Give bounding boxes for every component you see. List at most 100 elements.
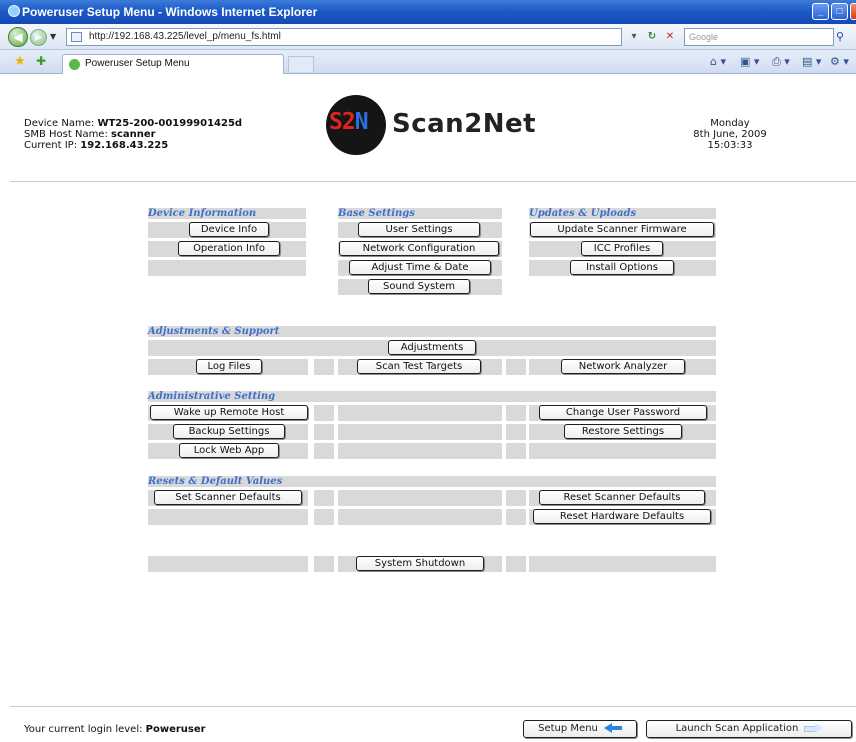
change-user-password-button[interactable]: Change User Password <box>539 405 707 420</box>
window-title: Poweruser Setup Menu - Windows Internet … <box>22 5 318 19</box>
forward-button[interactable]: ▶ <box>30 29 47 46</box>
minimize-button[interactable]: _ <box>812 3 829 20</box>
reset-hardware-defaults-button[interactable]: Reset Hardware Defaults <box>533 509 711 524</box>
grid-cell <box>529 556 716 572</box>
sound-system-button[interactable]: Sound System <box>368 279 470 294</box>
launch-scan-application-button[interactable]: Launch Scan Application <box>646 720 852 738</box>
reset-scanner-defaults-button[interactable]: Reset Scanner Defaults <box>539 490 705 505</box>
feeds-icon[interactable]: ▣ ▾ <box>740 55 759 68</box>
system-shutdown-button[interactable]: System Shutdown <box>356 556 484 571</box>
grid-cell <box>506 556 526 572</box>
grid-cell <box>338 424 502 440</box>
time: 15:03:33 <box>707 140 753 151</box>
grid-cell <box>314 556 334 572</box>
tab-poweruser-setup[interactable]: Poweruser Setup Menu <box>62 54 284 74</box>
launch-scan-label: Launch Scan Application <box>675 723 799 734</box>
update-firmware-button[interactable]: Update Scanner Firmware <box>530 222 714 237</box>
smb-host-value: scanner <box>111 129 156 140</box>
device-name-value: WT25-200-00199901425d <box>97 118 243 129</box>
close-window-button[interactable]: × <box>850 3 856 20</box>
section-updates-uploads: Updates & Uploads <box>529 208 716 219</box>
section-device-information: Device Information <box>148 208 306 219</box>
grid-cell <box>314 509 334 525</box>
scan-test-targets-button[interactable]: Scan Test Targets <box>357 359 481 374</box>
search-placeholder: Google <box>689 32 719 42</box>
adjust-time-date-button[interactable]: Adjust Time & Date <box>349 260 491 275</box>
smb-host-label: SMB Host Name: <box>24 129 108 140</box>
log-files-button[interactable]: Log Files <box>196 359 262 374</box>
history-dropdown-icon[interactable]: ▼ <box>50 32 56 41</box>
maximize-button[interactable]: □ <box>831 3 848 20</box>
logo-mark: S2N <box>329 109 369 135</box>
device-info-button[interactable]: Device Info <box>189 222 269 237</box>
backup-settings-button[interactable]: Backup Settings <box>173 424 285 439</box>
set-scanner-defaults-button[interactable]: Set Scanner Defaults <box>154 490 302 505</box>
grid-cell <box>506 405 526 421</box>
operation-info-button[interactable]: Operation Info <box>178 241 280 256</box>
favorites-star-icon[interactable]: ★ <box>14 54 26 69</box>
page-menu-icon[interactable]: ▤ ▾ <box>802 55 821 68</box>
section-resets-defaults: Resets & Default Values <box>148 476 716 487</box>
url-field[interactable]: http://192.168.43.225/level_p/menu_fs.ht… <box>66 28 622 46</box>
logo-text: Scan2Net <box>392 109 537 139</box>
section-adjustments-support: Adjustments & Support <box>148 326 716 337</box>
section-administrative-setting: Administrative Setting <box>148 391 716 402</box>
url-text: http://192.168.43.225/level_p/menu_fs.ht… <box>89 31 281 42</box>
grid-cell <box>338 509 502 525</box>
wake-remote-host-button[interactable]: Wake up Remote Host <box>150 405 308 420</box>
search-icon[interactable]: ⚲ <box>836 30 844 43</box>
grid-cell <box>148 509 308 525</box>
grid-cell <box>148 556 308 572</box>
network-analyzer-button[interactable]: Network Analyzer <box>561 359 685 374</box>
install-options-button[interactable]: Install Options <box>570 260 674 275</box>
tools-icon[interactable]: ⚙ ▾ <box>830 55 849 68</box>
date-time-block: Monday 8th June, 2009 15:03:33 <box>680 118 780 151</box>
tab-page-icon <box>69 59 80 70</box>
scan2net-logo: S2N Scan2Net <box>326 95 566 155</box>
arrow-right-icon <box>804 723 824 733</box>
grid-cell <box>314 424 334 440</box>
day: Monday <box>710 118 750 129</box>
search-input[interactable]: Google <box>684 28 834 46</box>
grid-cell <box>506 443 526 459</box>
grid-cell <box>506 490 526 506</box>
grid-cell <box>529 443 716 459</box>
tab-label: Poweruser Setup Menu <box>85 58 190 69</box>
arrow-left-icon <box>603 723 622 733</box>
ie-logo-icon <box>8 5 20 17</box>
add-favorite-icon[interactable]: ✚ <box>36 54 46 68</box>
login-level: Your current login level: Poweruser <box>24 724 206 735</box>
grid-cell <box>314 405 334 421</box>
window-titlebar: Poweruser Setup Menu - Windows Internet … <box>0 0 856 24</box>
grid-cell <box>148 260 306 276</box>
print-icon[interactable]: ⎙ ▾ <box>772 55 790 69</box>
grid-cell <box>506 424 526 440</box>
user-settings-button[interactable]: User Settings <box>358 222 480 237</box>
setup-menu-label: Setup Menu <box>538 723 598 734</box>
restore-settings-button[interactable]: Restore Settings <box>564 424 682 439</box>
grid-cell <box>506 509 526 525</box>
lock-web-app-button[interactable]: Lock Web App <box>179 443 279 458</box>
stop-icon[interactable]: ✕ <box>663 30 677 44</box>
icc-profiles-button[interactable]: ICC Profiles <box>581 241 663 256</box>
page-icon <box>71 32 82 42</box>
grid-cell <box>338 405 502 421</box>
adjustments-button[interactable]: Adjustments <box>388 340 476 355</box>
setup-menu-button[interactable]: Setup Menu <box>523 720 637 738</box>
back-button[interactable]: ◀ <box>8 27 28 47</box>
tab-bar: ★ ✚ Poweruser Setup Menu ⌂ ▾ ▣ ▾ ⎙ ▾ ▤ ▾… <box>0 50 856 74</box>
grid-cell <box>506 359 526 375</box>
grid-cell <box>338 490 502 506</box>
refresh-icon[interactable]: ↻ <box>645 30 659 44</box>
login-level-label: Your current login level: <box>24 724 143 735</box>
url-dropdown-icon[interactable]: ▾ <box>627 30 641 44</box>
home-icon[interactable]: ⌂ ▾ <box>710 55 726 68</box>
current-ip-value: 192.168.43.225 <box>80 140 169 151</box>
login-level-value: Poweruser <box>145 724 206 735</box>
grid-cell <box>314 490 334 506</box>
network-configuration-button[interactable]: Network Configuration <box>339 241 499 256</box>
grid-cell <box>314 359 334 375</box>
date: 8th June, 2009 <box>693 129 767 140</box>
new-tab-button[interactable] <box>288 56 314 72</box>
current-ip-label: Current IP: <box>24 140 78 151</box>
